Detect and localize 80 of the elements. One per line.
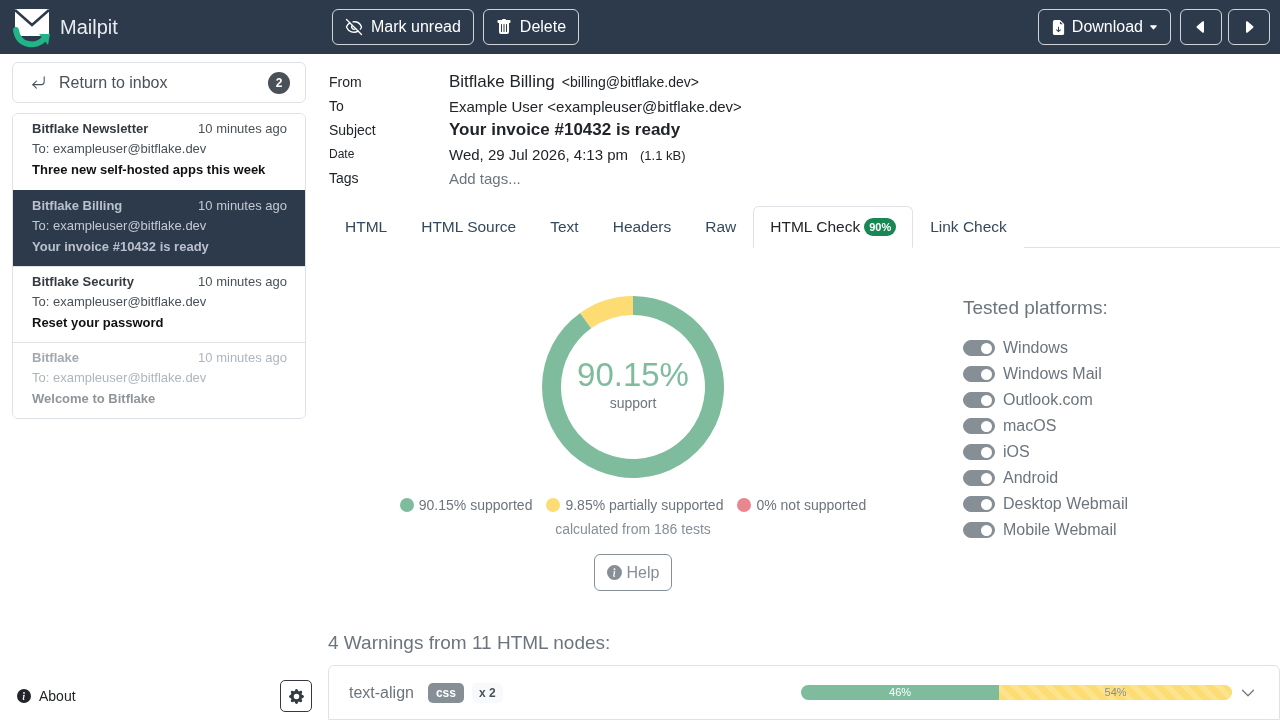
sender-name: Bitflake Billing	[32, 197, 123, 215]
message-time: 10 minutes ago	[198, 273, 287, 291]
platform-label: macOS	[1003, 417, 1057, 435]
eye-slash-icon	[345, 18, 363, 36]
score-badge: 90%	[864, 218, 897, 236]
toggle-switch[interactable]	[963, 392, 995, 408]
recipient-text: To: exampleuser@bitflake.dev	[32, 293, 208, 311]
subject-text: Reset your password	[32, 314, 165, 332]
platform-label: Android	[1003, 469, 1059, 487]
platform-label: iOS	[1003, 443, 1030, 461]
field-label: Date	[329, 147, 356, 161]
count-badge: x 2	[471, 682, 503, 703]
field-label: Subject	[329, 122, 377, 138]
message-time: 10 minutes ago	[198, 349, 287, 367]
toggle-switch[interactable]	[963, 496, 995, 512]
type-badge: css	[427, 682, 464, 703]
date-text: Wed, 29 Jul 2026, 4:13 pm	[449, 145, 628, 163]
about-link[interactable]: About	[17, 688, 76, 704]
info-icon	[17, 689, 31, 703]
legend-label: 9.85% partially supported	[565, 497, 724, 513]
recipient-text: To: exampleuser@bitflake.dev	[32, 217, 208, 235]
platform-label: Mobile Webmail	[1003, 521, 1117, 539]
delete-button[interactable]: Delete	[482, 9, 580, 45]
tags-field[interactable]: Add tags...	[449, 169, 749, 187]
support-bar-fill: 54%	[999, 685, 1232, 700]
info-icon	[606, 565, 622, 580]
platform-label: Windows	[1003, 339, 1068, 357]
sender-name: Bitflake Newsletter	[32, 120, 149, 138]
trash-icon	[495, 19, 512, 35]
legend-label: 90.15% supported	[418, 497, 533, 513]
field-label: From	[329, 74, 363, 90]
toggle-switch[interactable]	[963, 444, 995, 460]
message-time: 10 minutes ago	[198, 120, 287, 138]
field-label: To	[329, 98, 345, 114]
message-item[interactable]: Bitflake Billing 10 minutes ago To: exampleuser@bitflake.dev Your invoice #10432 is ready	[13, 190, 305, 266]
message-time: 10 minutes ago	[198, 197, 287, 215]
recipient-text: To: exampleuser@bitflake.dev	[32, 369, 208, 387]
support-caption: support	[609, 394, 657, 412]
support-percentage: 90.15%	[577, 356, 689, 394]
platform-label: Outlook.com	[1003, 391, 1093, 409]
platform-label: Windows Mail	[1003, 365, 1102, 383]
warnings-heading: 4 Warnings from 11 HTML nodes:	[328, 631, 612, 655]
warning-row[interactable]: text-align css x 2 46% 54%	[328, 665, 1280, 720]
sender-name: Bitflake Billing	[449, 72, 555, 92]
next-button[interactable]	[1228, 9, 1270, 45]
field-label: Tags	[329, 170, 360, 186]
envelope-logo-icon	[12, 6, 52, 48]
mark-unread-button[interactable]: Mark unread	[332, 9, 474, 45]
file-download-icon	[1050, 19, 1066, 35]
subject-text: Welcome to Bitflake	[32, 390, 157, 408]
toggle-switch[interactable]	[963, 522, 995, 538]
subject-text: Three new self-hosted apps this week	[32, 161, 267, 179]
sender-name: Bitflake Security	[32, 273, 134, 291]
tab[interactable]: HTML Check 90%	[753, 206, 914, 248]
toggle-switch[interactable]	[963, 470, 995, 486]
unread-count-badge: 2	[268, 71, 290, 94]
subject-text: Your invoice #10432 is ready	[449, 120, 681, 140]
sender-address: <billing@bitflake.dev>	[561, 74, 699, 90]
recipient-text: Example User <exampleuser@bitflake.dev>	[449, 97, 742, 115]
previous-button[interactable]	[1180, 9, 1222, 45]
legend-label: 0% not supported	[756, 497, 867, 513]
settings-icon	[288, 688, 304, 704]
recipient-text: To: exampleuser@bitflake.dev	[32, 140, 208, 158]
property-name: text-align	[349, 683, 414, 702]
caret-down-icon	[1149, 22, 1158, 32]
toggle-switch[interactable]	[963, 366, 995, 382]
size-text: (1.1 kB)	[640, 147, 686, 163]
platform-label: Desktop Webmail	[1003, 495, 1129, 513]
support-bar-fill: 46%	[801, 685, 1000, 700]
platforms-heading: Tested platforms:	[963, 296, 1109, 320]
sender-name: Bitflake	[32, 349, 79, 367]
toggle-switch[interactable]	[963, 418, 995, 434]
subject-text: Your invoice #10432 is ready	[32, 238, 210, 256]
return-to-inbox-button[interactable]: Return to inbox 2	[12, 62, 306, 103]
download-button[interactable]: Download	[1037, 9, 1171, 45]
return-arrow-icon	[30, 74, 47, 91]
settings-button[interactable]	[280, 680, 312, 712]
app-name: Mailpit	[60, 15, 118, 39]
toggle-switch[interactable]	[963, 340, 995, 356]
tests-note: calculated from 186 tests	[555, 521, 711, 537]
